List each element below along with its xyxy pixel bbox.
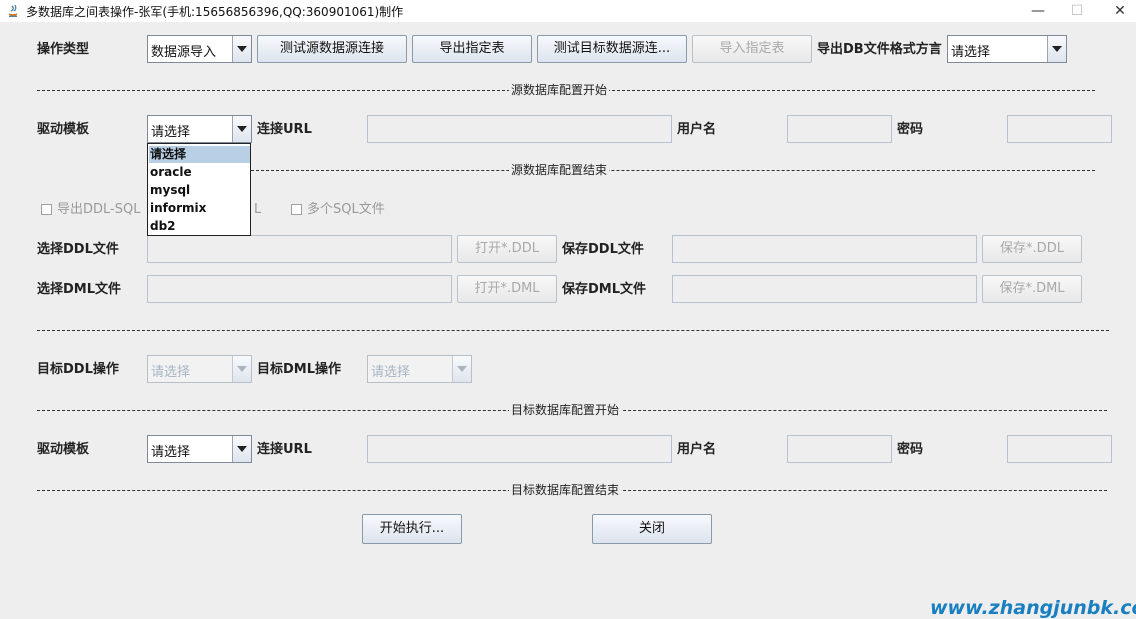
dialect-label: 导出DB文件格式方言 [817,42,942,57]
target-ddl-op-label: 目标DDL操作 [37,362,119,377]
target-dml-op-select[interactable]: 请选择 [367,355,472,383]
chevron-down-icon[interactable] [1047,36,1066,62]
dialect-value: 请选择 [951,45,991,60]
source-driver-value: 请选择 [151,125,191,140]
op-type-label: 操作类型 [37,42,90,57]
target-user-input[interactable] [787,435,892,463]
source-user-input[interactable] [787,115,892,143]
op-type-select[interactable]: 数据源导入 [147,35,252,63]
target-password-label: 密码 [897,442,924,457]
source-end-label: 源数据库配置结束 [509,163,610,177]
select-dml-input[interactable] [147,275,452,303]
select-dml-label: 选择DML文件 [37,282,122,297]
target-start-label: 目标数据库配置开始 [509,403,622,417]
save-dml-button[interactable]: 保存*.DML [982,275,1082,303]
multi-sql-label: 多个SQL文件 [307,202,385,217]
source-password-input[interactable] [1007,115,1112,143]
source-end-separator [251,170,1095,171]
chevron-down-icon[interactable] [232,436,251,462]
open-dml-button[interactable]: 打开*.DML [457,275,557,303]
source-url-input[interactable] [367,115,672,143]
save-dml-label: 保存DML文件 [562,282,647,297]
test-source-connection-button[interactable]: 测试源数据源连接 [257,35,407,63]
target-driver-select[interactable]: 请选择 [147,435,252,463]
source-user-label: 用户名 [677,122,717,137]
select-ddl-input[interactable] [147,235,452,263]
maximize-button[interactable]: ☐ [1054,0,1100,22]
close-window-button[interactable]: ✕ [1097,0,1136,22]
source-driver-dropdown-list: 请选择 oracle mysql informix db2 [147,143,251,236]
export-table-button[interactable]: 导出指定表 [412,35,532,63]
import-table-button[interactable]: 导入指定表 [692,35,812,63]
test-target-connection-button[interactable]: 测试目标数据源连... [537,35,687,63]
chevron-down-icon[interactable] [232,36,251,62]
dropdown-option[interactable]: db2 [149,218,250,235]
java-app-icon [8,4,18,17]
target-end-label: 目标数据库配置结束 [509,483,622,497]
dropdown-option[interactable]: oracle [149,164,250,181]
target-url-input[interactable] [367,435,672,463]
window-title: 多数据库之间表操作-张军(手机:15656856396,QQ:360901061… [26,5,404,19]
section-separator [37,330,1109,331]
chevron-down-icon[interactable] [232,356,251,382]
dialect-select[interactable]: 请选择 [947,35,1067,63]
source-driver-label: 驱动模板 [37,122,90,137]
dropdown-option[interactable]: mysql [149,182,250,199]
target-user-label: 用户名 [677,442,717,457]
watermark-text: www.zhangjunbk.com [930,597,1136,619]
multi-sql-checkbox[interactable] [291,204,302,215]
export-ddl-sql-label: 导出DDL-SQL [57,202,141,217]
save-ddl-input[interactable] [672,235,977,263]
dropdown-option[interactable]: 请选择 [149,146,250,163]
save-ddl-button[interactable]: 保存*.DDL [982,235,1082,263]
chevron-down-icon[interactable] [452,356,471,382]
export-dml-sql-label: L [254,202,262,217]
target-driver-value: 请选择 [151,445,191,460]
target-ddl-op-value: 请选择 [151,365,191,380]
source-start-label: 源数据库配置开始 [509,83,610,97]
target-ddl-op-select[interactable]: 请选择 [147,355,252,383]
target-dml-op-value: 请选择 [371,365,411,380]
start-execute-button[interactable]: 开始执行... [362,514,462,544]
save-dml-input[interactable] [672,275,977,303]
source-url-label: 连接URL [257,122,312,137]
dropdown-option[interactable]: informix [149,200,250,217]
source-driver-select[interactable]: 请选择 [147,115,252,143]
op-type-value: 数据源导入 [151,45,217,60]
save-ddl-label: 保存DDL文件 [562,242,644,257]
target-dml-op-label: 目标DML操作 [257,362,342,377]
target-url-label: 连接URL [257,442,312,457]
close-button[interactable]: 关闭 [592,514,712,544]
open-ddl-button[interactable]: 打开*.DDL [457,235,557,263]
chevron-down-icon[interactable] [232,116,251,142]
target-password-input[interactable] [1007,435,1112,463]
export-ddl-sql-checkbox[interactable] [41,204,52,215]
select-ddl-label: 选择DDL文件 [37,242,119,257]
source-password-label: 密码 [897,122,924,137]
target-driver-label: 驱动模板 [37,442,90,457]
